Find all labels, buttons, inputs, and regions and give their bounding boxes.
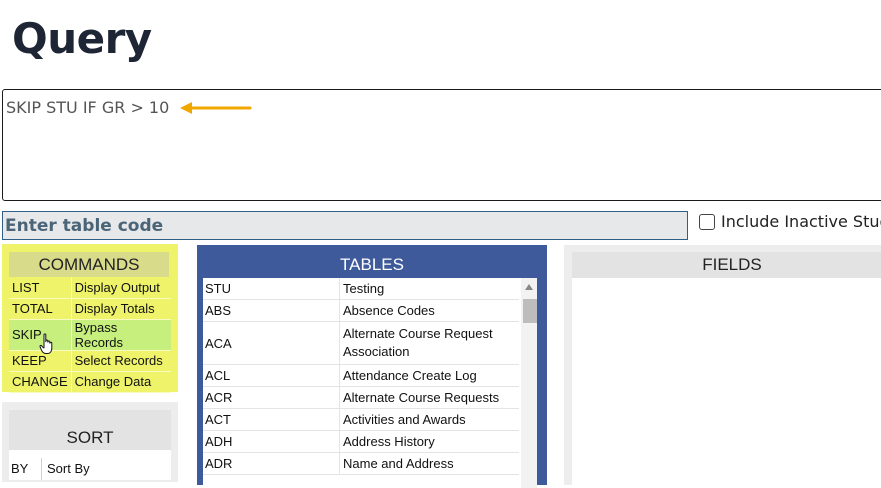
tables-panel: TABLES STU Testing ABS Absence Codes ACA… <box>197 245 547 488</box>
hand-pointer-icon <box>39 333 53 354</box>
tables-header: TABLES <box>340 255 404 274</box>
table-desc: Name and Address <box>343 455 454 471</box>
command-row-skip[interactable]: SKIP Bypass Records <box>9 319 171 351</box>
table-row-adr[interactable]: ADR Name and Address <box>203 453 519 475</box>
table-desc: Activities and Awards <box>343 411 466 427</box>
command-desc: Change Data <box>71 371 171 393</box>
query-textarea[interactable]: SKIP STU IF GR > 10 <box>2 89 881 201</box>
command-desc: Display Totals <box>71 298 171 320</box>
fields-panel: FIELDS <box>564 245 881 488</box>
table-code-input[interactable]: Enter table code <box>2 211 688 240</box>
fields-list <box>572 278 881 488</box>
tables-list: STU Testing ABS Absence Codes ACA Altern… <box>203 278 537 488</box>
sort-key: BY <box>11 461 29 476</box>
sort-header: SORT <box>9 410 171 450</box>
commands-table: LIST Display Output TOTAL Display Totals… <box>9 277 171 393</box>
commands-panel: COMMANDS LIST Display Output TOTAL Displ… <box>2 244 178 393</box>
command-desc: Display Output <box>71 277 171 299</box>
table-row-acr[interactable]: ACR Alternate Course Requests <box>203 387 519 409</box>
query-text: SKIP STU IF GR > 10 <box>6 98 170 117</box>
left-arrow-icon <box>180 102 252 114</box>
table-row-acl[interactable]: ACL Attendance Create Log <box>203 365 519 387</box>
table-code: ACT <box>203 409 340 430</box>
command-key: CHANGE <box>9 371 72 393</box>
command-key: TOTAL <box>9 298 72 320</box>
table-code: ABS <box>203 300 340 321</box>
command-desc: Select Records <box>71 350 171 372</box>
command-row-list[interactable]: LIST Display Output <box>9 277 171 299</box>
table-desc: Testing <box>343 280 385 296</box>
table-code: ACR <box>203 387 340 408</box>
command-row-total[interactable]: TOTAL Display Totals <box>9 298 171 320</box>
table-code: ACL <box>203 365 340 386</box>
table-code: STU <box>203 278 340 299</box>
fields-header: FIELDS <box>572 252 881 278</box>
include-inactive-label: Include Inactive Stud <box>721 212 881 231</box>
table-code: ACA <box>203 322 340 364</box>
commands-header: COMMANDS <box>9 252 169 277</box>
command-desc: Bypass Records <box>71 319 171 351</box>
scroll-up-icon[interactable] <box>525 284 533 290</box>
sort-row-by[interactable]: BY Sort By <box>9 458 171 480</box>
sort-panel: SORT BY Sort By <box>2 402 178 482</box>
include-inactive-toggle[interactable]: Include Inactive Stud <box>699 212 881 231</box>
include-inactive-checkbox[interactable] <box>699 213 715 230</box>
table-row-stu[interactable]: STU Testing <box>203 278 519 300</box>
table-desc: Address History <box>343 433 435 449</box>
command-row-keep[interactable]: KEEP Select Records <box>9 350 171 372</box>
divider <box>41 458 42 480</box>
table-row-aca[interactable]: ACA Alternate Course Request Association <box>203 322 519 365</box>
scroll-thumb[interactable] <box>523 299 537 323</box>
table-desc: Absence Codes <box>343 302 435 318</box>
page-title: Query <box>12 14 152 63</box>
table-row-adh[interactable]: ADH Address History <box>203 431 519 453</box>
table-code: ADH <box>203 431 340 452</box>
command-row-change[interactable]: CHANGE Change Data <box>9 371 171 393</box>
table-row-abs[interactable]: ABS Absence Codes <box>203 300 519 322</box>
table-desc: Alternate Course Requests <box>343 389 500 405</box>
command-key: LIST <box>9 277 72 299</box>
sort-desc: Sort By <box>47 461 90 476</box>
table-code: ADR <box>203 453 340 474</box>
table-desc: Alternate Course Request Association <box>343 326 493 359</box>
table-row-act[interactable]: ACT Activities and Awards <box>203 409 519 431</box>
table-desc: Attendance Create Log <box>343 367 477 383</box>
tables-scrollbar[interactable] <box>521 278 537 488</box>
